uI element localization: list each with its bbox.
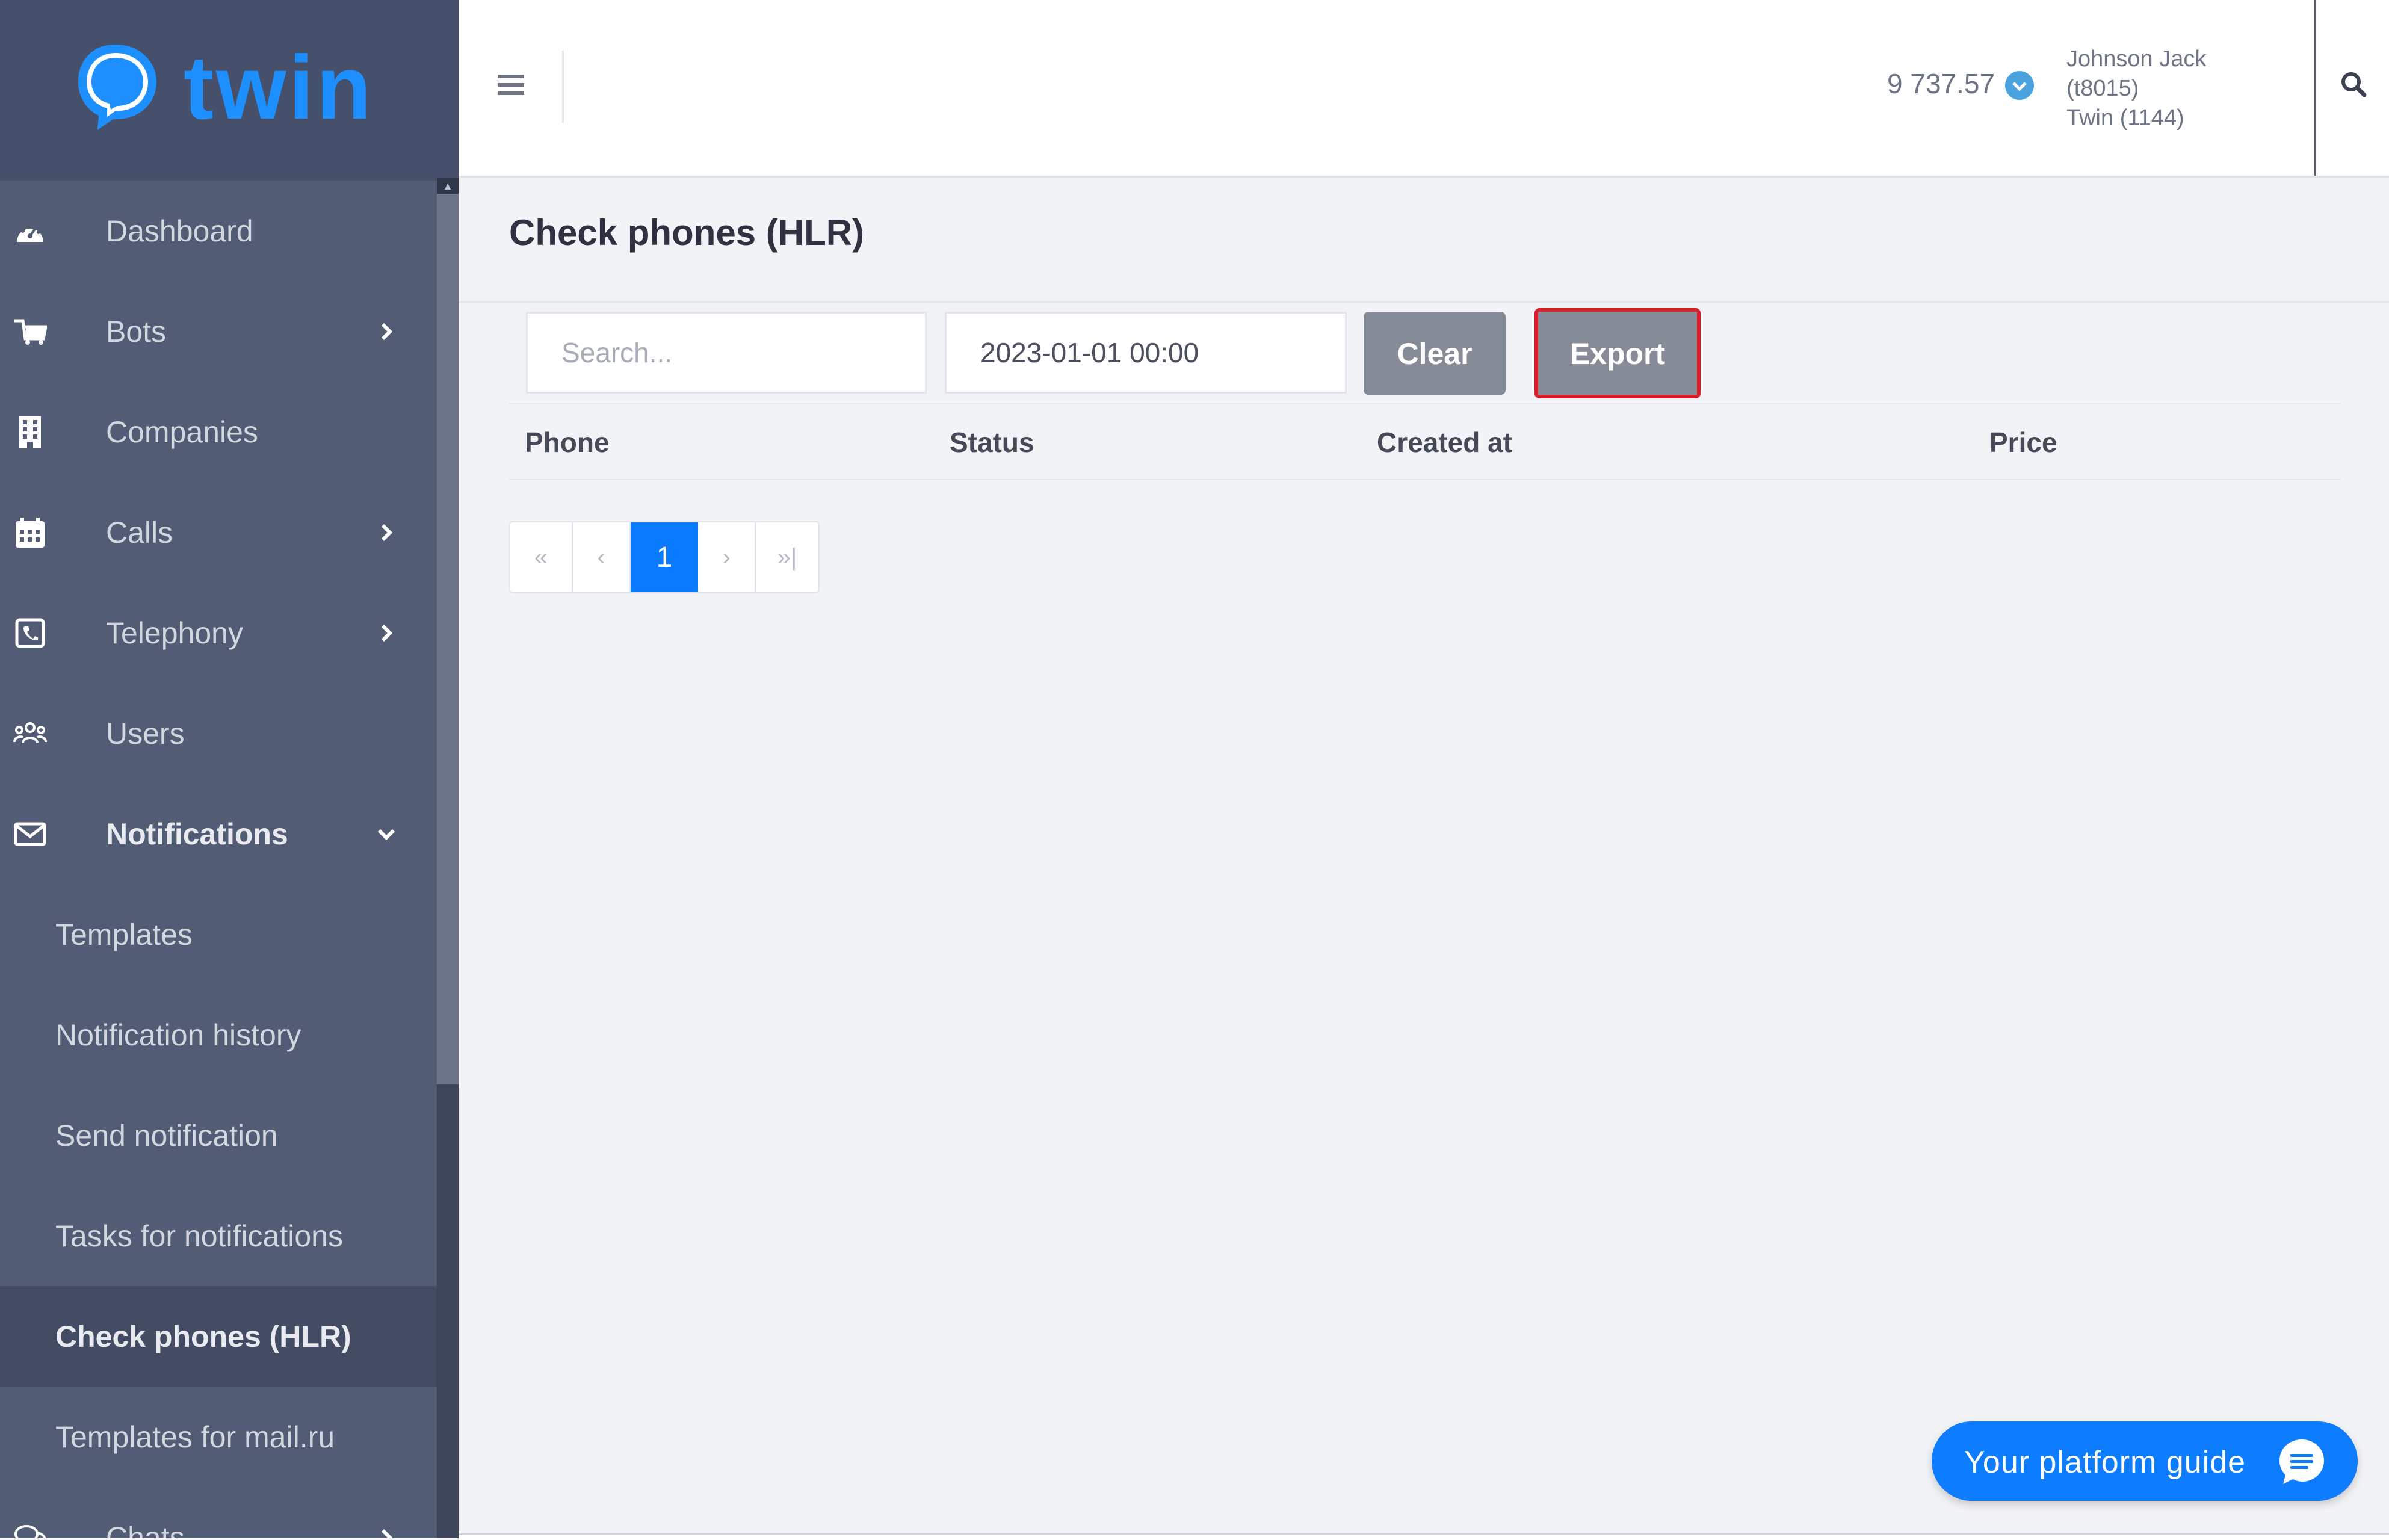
column-header-price[interactable]: Price [1989,426,2057,459]
platform-guide-button[interactable]: Your platform guide [1932,1421,2358,1501]
dashboard-gauge-icon [13,214,47,248]
calendar-icon [13,516,47,549]
sidebar-subitem-label: Notification history [55,1018,301,1052]
sidebar-item-label: Notifications [106,817,288,851]
header-search-button[interactable] [2314,0,2389,176]
sidebar-item-calls[interactable]: Calls [0,482,437,583]
header-divider [562,51,564,123]
chevron-right-icon [381,1529,393,1538]
sidebar-nav: Dashboard Bots Companies Calls Telephony… [0,181,437,1538]
logo-area[interactable]: twin [0,0,459,181]
pagination-prev[interactable]: ‹ [573,522,631,592]
column-header-phone[interactable]: Phone [525,426,610,459]
pagination: « ‹ 1 › »| [509,521,820,593]
chevron-right-icon [381,624,393,642]
scroll-up-arrow-icon[interactable]: ▲ [437,178,459,194]
bots-icon [13,315,47,348]
sidebar-item-bots[interactable]: Bots [0,281,437,382]
sidebar-subitem-label: Send notification [55,1118,278,1152]
sidebar-subitem-label: Check phones (HLR) [55,1319,351,1353]
clear-button[interactable]: Clear [1364,312,1506,395]
sidebar-subitem-check-phones-hlr[interactable]: Check phones (HLR) [0,1286,437,1387]
sidebar-subitem-label: Templates [55,917,193,951]
pagination-last[interactable]: »| [756,522,818,592]
sidebar-item-label: Calls [106,515,173,549]
column-header-created-at[interactable]: Created at [1377,426,1512,459]
divider [459,301,2389,303]
envelope-icon [13,817,47,851]
sidebar: twin Dashboard Bots Companies Calls Tele… [0,0,459,1538]
sidebar-item-users[interactable]: Users [0,683,437,784]
sidebar-item-notifications[interactable]: Notifications [0,784,437,884]
sidebar-item-companies[interactable]: Companies [0,382,437,482]
divider [509,479,2341,480]
phone-square-icon [13,616,47,650]
sidebar-item-dashboard[interactable]: Dashboard [0,181,437,281]
chevron-right-icon [381,524,393,541]
divider [459,1533,2389,1540]
pagination-current-page[interactable]: 1 [631,522,698,592]
pagination-first[interactable]: « [510,522,573,592]
sidebar-item-label: Telephony [106,616,243,650]
platform-guide-label: Your platform guide [1964,1445,2246,1480]
sidebar-item-chats[interactable]: Chats [0,1487,437,1538]
chats-icon [13,1521,47,1538]
users-icon [13,717,47,750]
sidebar-subitem-templates[interactable]: Templates [0,884,437,985]
sidebar-subitem-send-notification[interactable]: Send notification [0,1085,437,1186]
sidebar-item-label: Companies [106,415,258,449]
sidebar-item-label: Users [106,716,185,750]
sidebar-scrollbar-thumb[interactable] [437,194,459,1084]
sidebar-item-label: Bots [106,314,167,348]
sidebar-subitem-tasks-for-notifications[interactable]: Tasks for notifications [0,1186,437,1286]
date-filter-input[interactable] [945,312,1347,394]
brand-name: twin [184,37,374,138]
chat-bubble-icon [2279,1439,2324,1484]
hamburger-menu-icon[interactable] [496,70,526,100]
sidebar-item-telephony[interactable]: Telephony [0,583,437,683]
user-info[interactable]: Johnson Jack (t8015) Twin (1144) [2066,45,2206,133]
company-name: Twin (1144) [2066,105,2184,131]
account-balance[interactable]: 9 737.57 [1887,67,1995,100]
page-title: Check phones (HLR) [509,212,865,253]
chevron-right-icon [381,323,393,340]
sidebar-subitem-label: Tasks for notifications [55,1219,343,1253]
top-header: 9 737.57 Johnson Jack (t8015) Twin (1144… [459,0,2389,178]
search-input[interactable] [526,312,927,394]
chevron-down-icon [377,829,395,840]
sidebar-subitem-notification-history[interactable]: Notification history [0,985,437,1085]
balance-dropdown-icon[interactable] [2005,71,2034,100]
sidebar-subitem-templates-mail-ru[interactable]: Templates for mail.ru [0,1387,437,1487]
divider [509,403,2341,404]
sidebar-subitem-label: Templates for mail.ru [55,1420,335,1454]
sidebar-item-label: Chats [106,1520,185,1539]
sidebar-item-label: Dashboard [106,214,253,248]
user-name: Johnson Jack [2066,46,2207,72]
twin-logo-icon [78,45,156,130]
search-icon [2341,72,2367,97]
pagination-next[interactable]: › [698,522,756,592]
export-button[interactable]: Export [1534,308,1701,398]
building-icon [13,415,47,449]
column-header-status[interactable]: Status [950,426,1034,459]
user-login: (t8015) [2066,76,2139,101]
